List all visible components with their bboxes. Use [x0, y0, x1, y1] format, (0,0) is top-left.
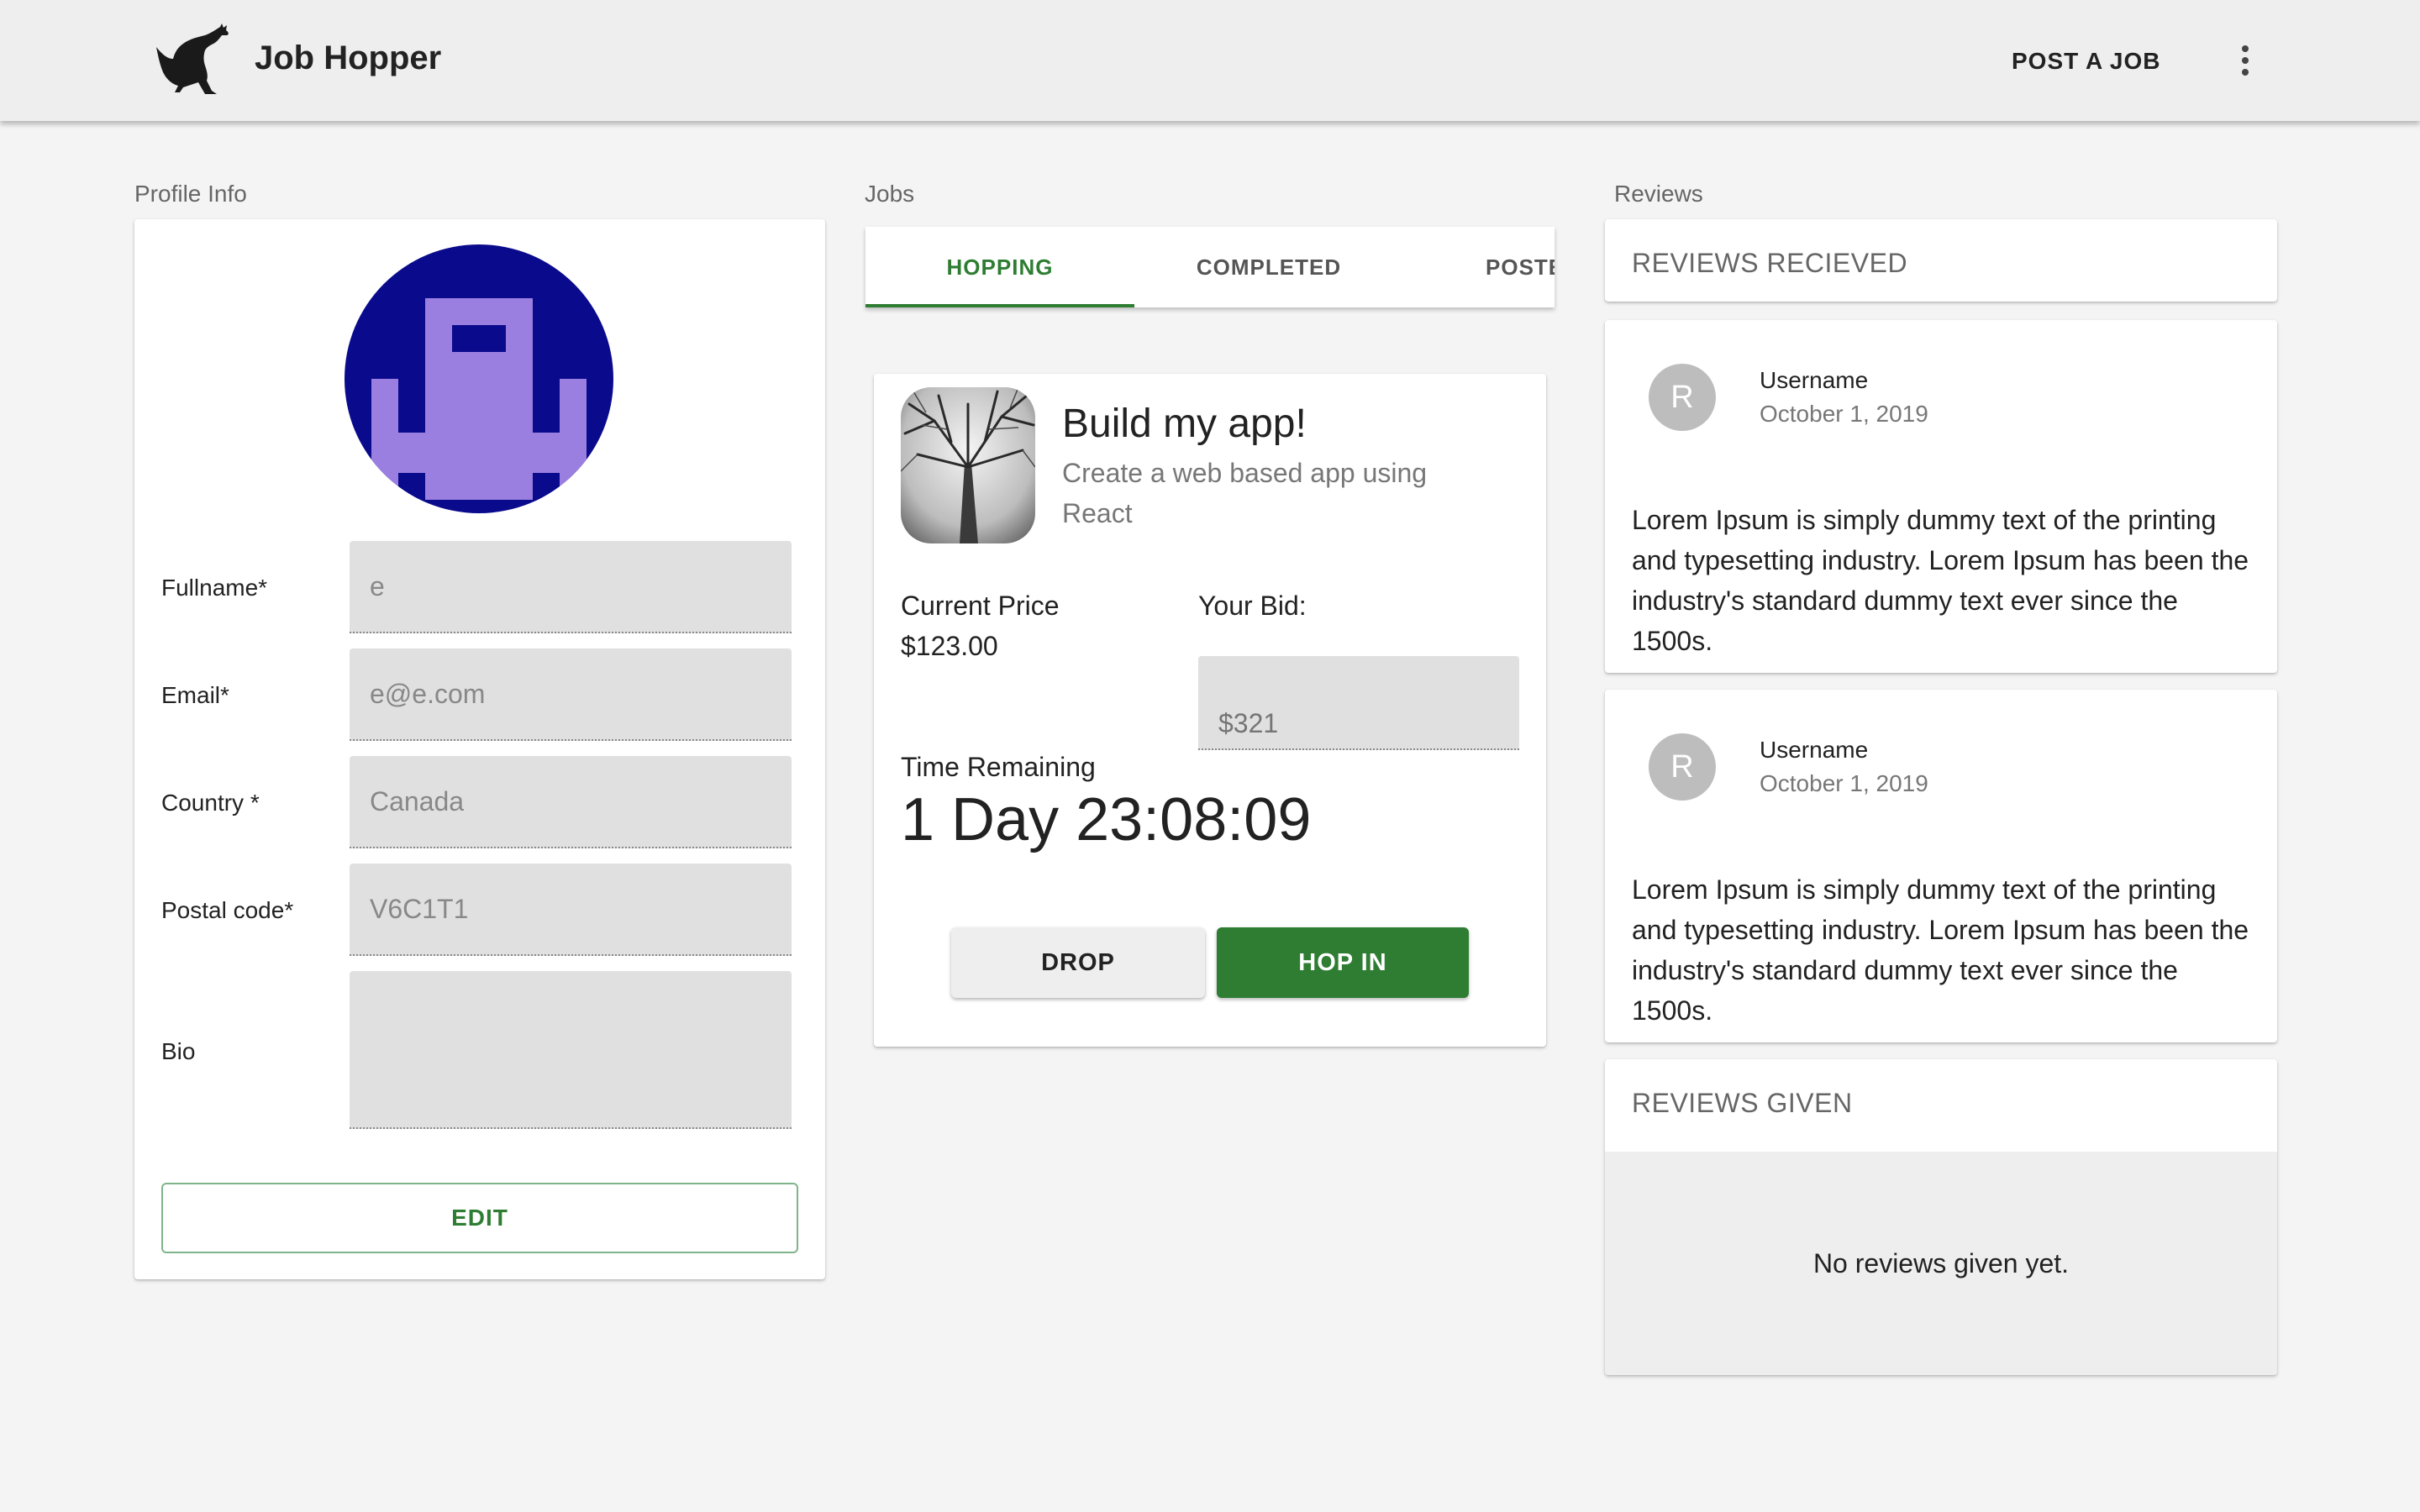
job-description: Create a web based app using React [1062, 458, 1428, 528]
jobs-section-label: Jobs [865, 181, 915, 207]
tab-posted-label: POSTED [1486, 254, 1555, 280]
bio-label: Bio [161, 1038, 196, 1064]
empty-state-text: No reviews given yet. [1812, 1247, 2070, 1278]
profile-card: Fullname* Email* Country * Postal code* … [134, 219, 825, 1279]
review-username[interactable]: Username [1760, 737, 1868, 764]
country-input[interactable] [350, 756, 792, 848]
review-text: Lorem Ipsum is simply dummy text of the … [1632, 874, 2249, 1026]
review-date: October 1, 2019 [1760, 401, 1928, 427]
profile-section-label: Profile Info [134, 181, 247, 207]
bio-textarea[interactable] [350, 971, 792, 1129]
tab-completed[interactable]: COMPLETED [1134, 227, 1403, 307]
post-a-job-button[interactable]: POST A JOB [1998, 40, 2175, 82]
tab-posted[interactable]: POSTED [1403, 227, 1555, 307]
drop-button[interactable]: DROP [951, 927, 1205, 998]
job-thumbnail [901, 387, 1035, 543]
time-remaining-value: 1 Day 23:08:09 [901, 786, 1312, 853]
email-label: Email* [161, 682, 229, 708]
avatar[interactable]: R [1649, 733, 1716, 801]
job-title[interactable]: Build my app! [1062, 401, 1307, 447]
country-label: Country * [161, 790, 260, 816]
app-bar: Job Hopper POST A JOB [0, 0, 2420, 121]
postal-code-label: Postal code* [161, 897, 294, 923]
your-bid-label: Your Bid: [1198, 591, 1307, 621]
review-username[interactable]: Username [1760, 367, 1868, 394]
review-card: R Username October 1, 2019 Lorem Ipsum i… [1605, 320, 2277, 673]
fullname-input[interactable] [350, 541, 792, 633]
reviews-given-empty: No reviews given yet. [1605, 1152, 2277, 1375]
tab-hopping-label: HOPPING [946, 254, 1054, 280]
job-card: Build my app! Create a web based app usi… [874, 374, 1546, 1047]
tab-completed-label: COMPLETED [1196, 254, 1342, 280]
app-title[interactable]: Job Hopper [255, 39, 441, 77]
tab-hopping[interactable]: HOPPING [865, 227, 1134, 307]
more-vertical-icon[interactable] [2227, 42, 2264, 79]
identicon-avatar-icon [345, 244, 613, 513]
tab-indicator [865, 304, 1134, 307]
email-input[interactable] [350, 648, 792, 741]
jobs-tabs: HOPPING COMPLETED POSTED [865, 227, 1555, 307]
time-remaining-label: Time Remaining [901, 752, 1096, 782]
reviews-received-title: REVIEWS RECIEVED [1632, 248, 1908, 278]
current-price-label: Current Price [901, 591, 1060, 621]
tree-photo-icon [901, 387, 1035, 543]
review-text: Lorem Ipsum is simply dummy text of the … [1632, 505, 2249, 656]
fullname-label: Fullname* [161, 575, 268, 601]
reviews-given-card: REVIEWS GIVEN No reviews given yet. [1605, 1059, 2277, 1375]
hop-in-button[interactable]: HOP IN [1217, 927, 1469, 998]
reviews-section-label: Reviews [1614, 181, 1703, 207]
avatar[interactable]: R [1649, 364, 1716, 431]
edit-profile-button[interactable]: EDIT [161, 1183, 798, 1253]
reviews-given-title: REVIEWS GIVEN [1632, 1088, 1853, 1118]
current-price-value: $123.00 [901, 631, 998, 661]
postal-code-input[interactable] [350, 864, 792, 956]
review-date: October 1, 2019 [1760, 770, 1928, 796]
kangaroo-logo-icon[interactable] [155, 22, 232, 97]
your-bid-input[interactable] [1198, 656, 1519, 750]
reviews-received-header: REVIEWS RECIEVED [1605, 219, 2277, 302]
review-card: R Username October 1, 2019 Lorem Ipsum i… [1605, 690, 2277, 1042]
